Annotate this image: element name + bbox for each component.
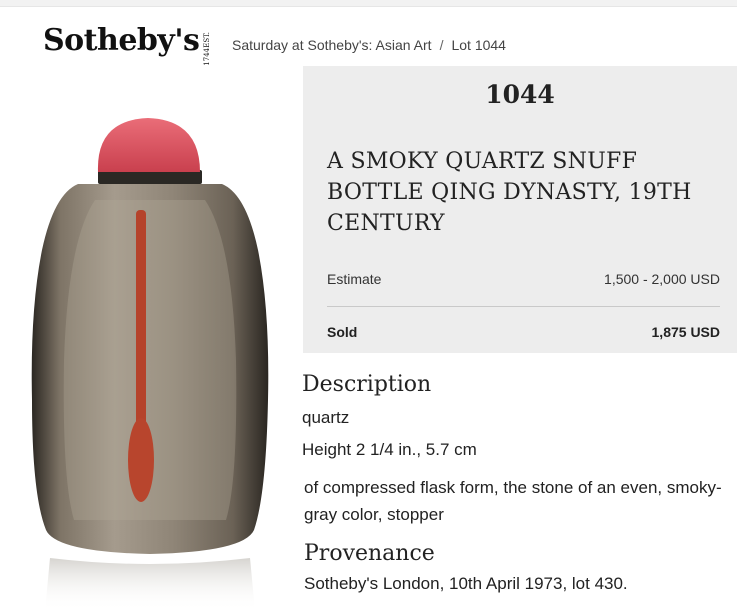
lot-title: A Smoky Quartz Snuff Bottle Qing Dynasty… [327,149,692,236]
provenance-text: Sotheby's London, 10th April 1973, lot 4… [304,574,628,593]
sothebys-logo[interactable]: Sotheby's EST. 1744 [43,22,211,66]
breadcrumb-lot: Lot 1044 [451,37,506,53]
logo-est-year: 1744 [203,47,212,66]
estimate-row: Estimate 1,500 - 2,000 USD [327,271,720,287]
breadcrumb-separator: / [439,37,444,53]
bottle-neck [98,170,202,184]
sold-label: Sold [327,324,358,340]
estimate-value: 1,500 - 2,000 USD [604,271,720,287]
sold-row: Sold 1,875 USD [327,324,720,340]
description-heading: Description [302,372,432,397]
lot-image[interactable] [0,100,300,611]
breadcrumb: Saturday at Sotheby's: Asian Art / Lot 104… [232,37,506,53]
panel-divider [327,306,720,307]
description-height: Height 2 1/4 in., 5.7 cm [302,440,477,459]
provenance-heading: Provenance [304,541,435,566]
sold-value: 1,875 USD [651,324,720,340]
bottle-stopper [97,118,200,172]
lot-summary-panel: 1044 A Smoky Quartz Snuff Bottle Qing Dy… [303,66,737,353]
estimate-label: Estimate [327,271,382,287]
logo-established: EST. 1744 [203,32,211,66]
description-material: quartz [302,408,350,427]
logo-est-label: EST. [203,32,212,48]
snuff-bottle-image [31,118,269,611]
spoon-bowl [128,418,154,502]
description-text: of compressed flask form, the stone of a… [304,478,722,524]
breadcrumb-sale-link[interactable]: Saturday at Sotheby's: Asian Art [232,37,432,53]
logo-wordmark: Sotheby's [43,23,200,58]
spoon-handle [136,210,146,450]
lot-number: 1044 [485,80,555,109]
top-bar [0,0,737,7]
bottle-reflection [45,558,255,611]
